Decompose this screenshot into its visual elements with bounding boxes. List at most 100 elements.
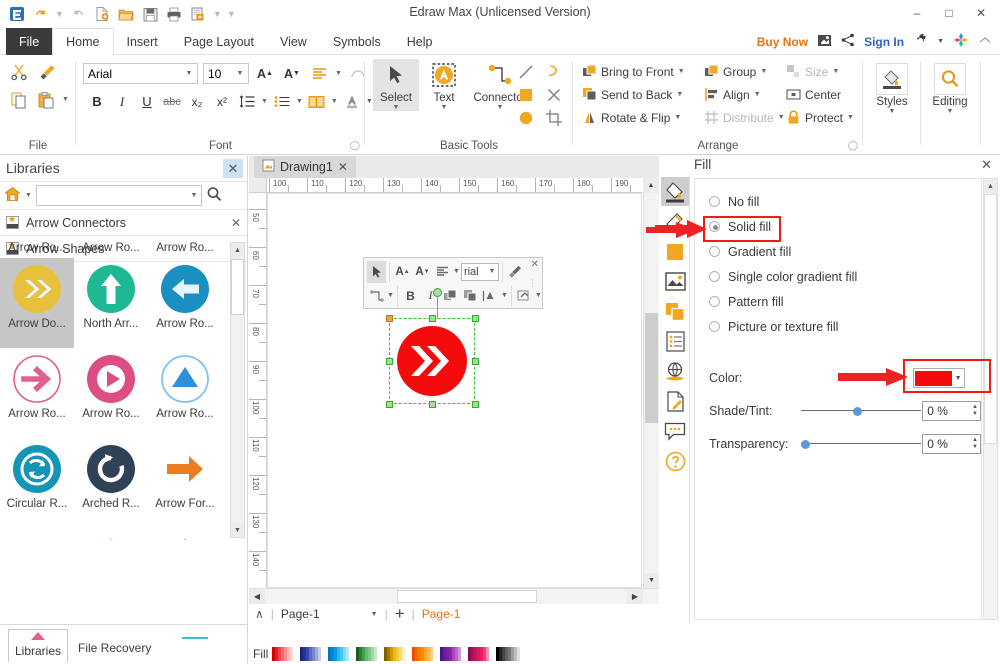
shape-item-arrow-up-blue[interactable]: Arrow Up bbox=[148, 528, 222, 540]
maximize-button[interactable]: □ bbox=[934, 2, 964, 24]
shape-item-arched-refresh[interactable]: Arched R... bbox=[74, 438, 148, 528]
library-category-arrow-connectors[interactable]: Arrow Connectors ✕ bbox=[0, 210, 247, 236]
buy-now-link[interactable]: Buy Now bbox=[757, 35, 808, 49]
shape-item-arrow-double[interactable]: Arrow Do... bbox=[0, 258, 74, 348]
arrange-dialog-launcher[interactable]: ◯ bbox=[848, 140, 858, 151]
picture-icon[interactable] bbox=[661, 267, 689, 296]
radio-single-color-gradient-fill[interactable] bbox=[709, 271, 720, 282]
mini-font-combo[interactable]: rial ▼ bbox=[460, 262, 499, 281]
bold-button[interactable]: B bbox=[86, 91, 108, 112]
tab-insert[interactable]: Insert bbox=[114, 28, 171, 55]
shade-tint-spinner[interactable]: 0 % ▲ ▼ bbox=[922, 401, 981, 421]
mini-toolbar-close-icon[interactable]: ✕ bbox=[531, 259, 539, 270]
shadow-icon[interactable] bbox=[661, 297, 689, 326]
minimize-button[interactable]: – bbox=[902, 2, 932, 24]
distribute-button[interactable]: Distribute ▼ bbox=[701, 106, 788, 129]
font-size-input[interactable] bbox=[204, 64, 233, 83]
fill-scroll-up-icon[interactable]: ▲ bbox=[984, 179, 997, 193]
canvas-scroll-down-icon[interactable]: ▼ bbox=[644, 573, 659, 588]
mini-fill-dropdown-icon[interactable]: ▼ bbox=[535, 292, 542, 299]
radio-no-fill[interactable] bbox=[709, 196, 720, 207]
fill-option-single-color-gradient-fill[interactable]: Single color gradient fill bbox=[695, 264, 981, 289]
crop-tool-icon[interactable] bbox=[543, 107, 565, 128]
paste-dropdown-icon[interactable]: ▼ bbox=[62, 96, 69, 103]
cut-icon[interactable] bbox=[8, 61, 30, 82]
shape-icon[interactable] bbox=[661, 237, 689, 266]
protect-button[interactable]: Protect ▼ bbox=[783, 106, 857, 129]
page-edit-icon[interactable] bbox=[661, 387, 689, 416]
active-page-tab[interactable]: Page-1 bbox=[422, 607, 461, 621]
library-category-close-icon[interactable]: ✕ bbox=[231, 216, 241, 230]
font-size-combo[interactable]: ▼ bbox=[203, 63, 249, 84]
radio-picture-or-texture-fill[interactable] bbox=[709, 321, 720, 332]
document-tab-close-icon[interactable]: ✕ bbox=[338, 160, 348, 174]
tab-home[interactable]: Home bbox=[52, 28, 114, 56]
sign-in-link[interactable]: Sign In bbox=[864, 35, 904, 49]
tab-symbols[interactable]: Symbols bbox=[320, 28, 394, 55]
fill-panel-scrollbar[interactable]: ▲ bbox=[983, 178, 998, 620]
font-family-input[interactable] bbox=[84, 64, 182, 83]
resize-handle-se[interactable] bbox=[472, 401, 479, 408]
center-button[interactable]: Center bbox=[783, 83, 857, 106]
shade-tint-down-icon[interactable]: ▼ bbox=[972, 411, 978, 418]
grow-font-icon[interactable]: A ▲ bbox=[254, 63, 276, 84]
search-icon[interactable] bbox=[206, 186, 223, 205]
mini-pointer-icon[interactable] bbox=[367, 260, 386, 283]
mini-toolbar-grip[interactable]: ⋮ bbox=[528, 279, 537, 288]
resize-handle-ne[interactable] bbox=[472, 315, 479, 322]
fill-option-pattern-fill[interactable]: Pattern fill bbox=[695, 289, 981, 314]
libraries-search-input[interactable] bbox=[36, 186, 187, 205]
fill-option-no-fill[interactable]: No fill bbox=[695, 189, 981, 214]
shape-item-arrow-right[interactable]: Arrow Right bbox=[0, 528, 74, 540]
radio-gradient-fill[interactable] bbox=[709, 246, 720, 257]
close-button[interactable]: ✕ bbox=[966, 2, 996, 24]
fill-icon[interactable] bbox=[661, 177, 689, 206]
resize-handle-sw[interactable] bbox=[386, 401, 393, 408]
resize-handle-s[interactable] bbox=[429, 401, 436, 408]
bullet-list-icon[interactable] bbox=[271, 91, 293, 112]
shape-item-ring-right[interactable]: Arrow Ro... bbox=[0, 348, 74, 438]
line-tool-icon[interactable] bbox=[515, 61, 537, 82]
select-dropdown-icon[interactable]: ▼ bbox=[393, 104, 400, 111]
canvas-scroll-right-icon[interactable]: ▶ bbox=[627, 589, 643, 604]
font-family-combo[interactable]: ▼ bbox=[83, 63, 198, 84]
list-icon[interactable] bbox=[661, 327, 689, 356]
cross-tool-icon[interactable] bbox=[543, 84, 565, 105]
shape-item-ring-triangle[interactable]: Arrow Ro... bbox=[148, 348, 222, 438]
transparency-knob[interactable] bbox=[801, 440, 810, 449]
styles-button[interactable]: Styles ▼ bbox=[869, 63, 915, 115]
mini-format-painter-icon[interactable] bbox=[506, 261, 525, 283]
bullet-list-dropdown-icon[interactable]: ▼ bbox=[296, 98, 303, 105]
transparency-slider[interactable] bbox=[801, 438, 921, 450]
mini-align-more-dropdown-icon[interactable]: ▼ bbox=[501, 292, 508, 299]
drawing-page[interactable]: ✕ A ▲ A ▼ ▼ rial ▼ ▼ B I ▼ ▼ ⋮ bbox=[267, 193, 642, 588]
canvas-vertical-scrollbar[interactable]: ▼ bbox=[643, 193, 659, 588]
mini-connector-icon[interactable] bbox=[367, 285, 386, 307]
shape-item-arrow-round-left[interactable]: Arrow Ro... bbox=[148, 258, 222, 348]
line-spacing-icon[interactable] bbox=[236, 91, 258, 112]
shape-item-circle-play[interactable]: Arrow Ro... bbox=[74, 348, 148, 438]
ellipse-tool-icon[interactable] bbox=[515, 107, 537, 128]
font-color-icon[interactable] bbox=[341, 91, 363, 112]
transparency-up-icon[interactable]: ▲ bbox=[972, 437, 978, 444]
apps-icon[interactable] bbox=[953, 32, 969, 51]
bring-to-front-button[interactable]: Bring to Front ▼ bbox=[579, 60, 688, 83]
fill-option-gradient-fill[interactable]: Gradient fill bbox=[695, 239, 981, 264]
styles-dropdown-icon[interactable]: ▼ bbox=[889, 108, 896, 115]
resize-handle-nw[interactable] bbox=[386, 315, 393, 322]
page-selector-dropdown-icon[interactable]: ▼ bbox=[371, 611, 378, 618]
libraries-search-combo[interactable]: ▼ bbox=[35, 185, 202, 206]
fill-panel-close-icon[interactable]: ✕ bbox=[981, 157, 992, 173]
add-page-button[interactable]: + bbox=[395, 605, 405, 622]
arc-tool-icon[interactable] bbox=[543, 61, 565, 82]
shade-tint-slider[interactable] bbox=[801, 405, 921, 417]
radio-pattern-fill[interactable] bbox=[709, 296, 720, 307]
shape-item-arrow-forward[interactable]: Arrow For... bbox=[148, 438, 222, 528]
canvas-hscroll-thumb[interactable] bbox=[397, 590, 537, 603]
shape-item-circular-refresh[interactable]: Circular R... bbox=[0, 438, 74, 528]
connector-dropdown-icon[interactable]: ▼ bbox=[497, 104, 504, 111]
color-palette-strip[interactable] bbox=[272, 647, 521, 661]
gear-icon[interactable] bbox=[913, 33, 928, 51]
canvas-horizontal-scrollbar[interactable]: ◀ ▶ bbox=[249, 588, 659, 604]
document-tab-drawing1[interactable]: Drawing1 ✕ bbox=[254, 156, 356, 178]
